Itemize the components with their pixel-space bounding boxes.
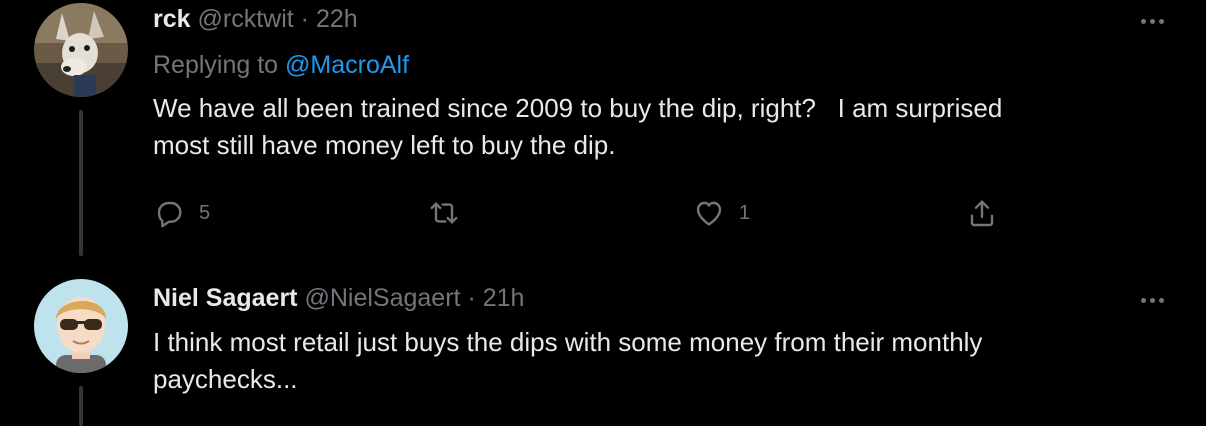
- like-button[interactable]: 1: [693, 196, 750, 230]
- tweet-text-line: most still have money left to buy the di…: [153, 130, 616, 160]
- display-name[interactable]: rck: [153, 5, 191, 33]
- timestamp[interactable]: 21h: [483, 284, 525, 312]
- tweet[interactable]: Niel Sagaert @NielSagaert · 21h I think …: [0, 266, 1206, 426]
- heart-icon: [696, 201, 722, 226]
- more-options-icon[interactable]: [1132, 285, 1172, 315]
- mention-link[interactable]: @MacroAlf: [285, 51, 409, 79]
- tweet-text: We have all been trained since 2009 to b…: [153, 90, 1153, 164]
- user-handle[interactable]: @rcktwit: [198, 5, 294, 33]
- tweet-header: Niel Sagaert @NielSagaert · 21h: [153, 283, 524, 313]
- tweet-text-line: paychecks...: [153, 364, 298, 394]
- dog-avatar-icon: [34, 3, 128, 97]
- more-options-icon[interactable]: [1132, 6, 1172, 36]
- tweet-header: rck @rcktwit · 22h: [153, 4, 358, 34]
- display-name[interactable]: Niel Sagaert: [153, 284, 298, 312]
- tweet-actions: 5 1: [153, 196, 1013, 230]
- retweet-icon: [430, 202, 458, 224]
- reply-button[interactable]: 5: [153, 196, 210, 230]
- cartoon-man-sunglasses-avatar-icon: [34, 279, 128, 373]
- separator-dot: ·: [300, 5, 309, 33]
- retweet-button[interactable]: [428, 196, 474, 230]
- thread-line: [79, 110, 83, 256]
- tweet-text-line: I think most retail just buys the dips w…: [153, 327, 983, 357]
- replying-prefix: Replying to: [153, 51, 279, 79]
- reply-count: 5: [199, 201, 211, 224]
- share-button[interactable]: [966, 196, 998, 230]
- avatar[interactable]: [34, 3, 128, 97]
- replying-to: Replying to @MacroAlf: [153, 50, 409, 80]
- like-count: 1: [739, 201, 751, 224]
- avatar[interactable]: [34, 279, 128, 373]
- separator-dot: ·: [467, 284, 476, 312]
- tweet[interactable]: rck @rcktwit · 22h Replying to @MacroAlf…: [0, 0, 1206, 266]
- timestamp[interactable]: 22h: [316, 5, 358, 33]
- share-icon: [970, 200, 994, 227]
- thread-line: [79, 386, 83, 426]
- tweet-text: I think most retail just buys the dips w…: [153, 324, 1153, 398]
- reply-icon: [157, 201, 182, 228]
- user-handle[interactable]: @NielSagaert: [304, 284, 460, 312]
- tweet-text-line: We have all been trained since 2009 to b…: [153, 93, 1003, 123]
